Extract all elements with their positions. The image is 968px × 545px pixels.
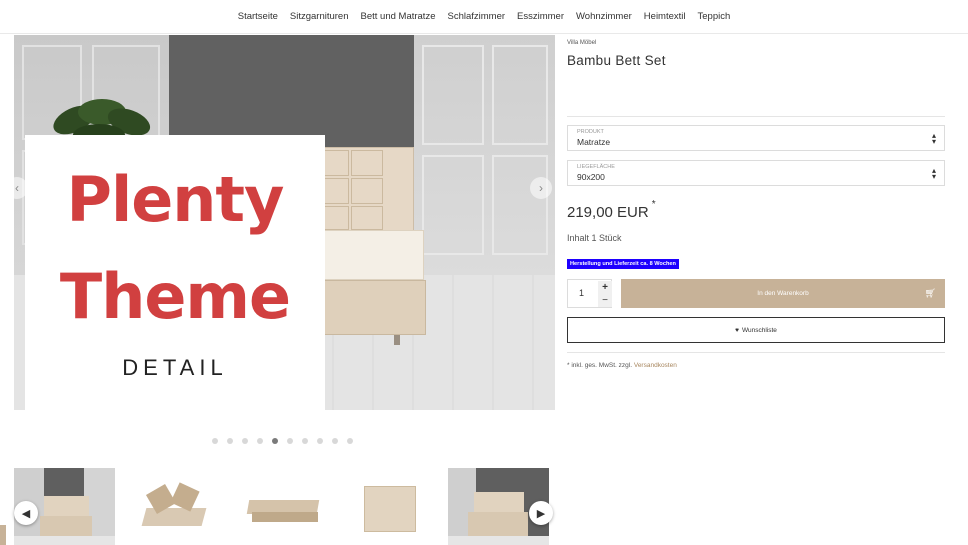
- gallery-dot[interactable]: [212, 438, 218, 444]
- quantity-increase-button[interactable]: +: [598, 281, 612, 294]
- thumbnail-4[interactable]: [338, 468, 439, 545]
- vat-note: * inkl. ges. MwSt. zzgl. Versandkosten: [567, 362, 677, 369]
- heart-icon: ♥: [735, 326, 739, 334]
- gallery-dot-active[interactable]: [272, 438, 278, 444]
- vat-note-text: * inkl. ges. MwSt. zzgl.: [567, 362, 633, 369]
- cart-icon: 🛒︎: [924, 288, 936, 298]
- product-content: Inhalt 1 Stück: [567, 233, 622, 243]
- promo-line-3: DETAIL: [122, 355, 228, 380]
- nav-item-sitzgarnituren[interactable]: Sitzgarnituren: [284, 11, 355, 22]
- gallery-dot[interactable]: [317, 438, 323, 444]
- gallery-dot[interactable]: [257, 438, 263, 444]
- chevron-left-icon: ◀: [21, 507, 31, 520]
- bed-base: [314, 280, 426, 335]
- price-value: 219,00 EUR: [567, 204, 649, 221]
- promo-line-2: Theme: [59, 260, 291, 333]
- product-main-image[interactable]: Plenty Theme DETAIL ‹ ›: [14, 35, 555, 410]
- nav-item-esszimmer[interactable]: Esszimmer: [511, 11, 570, 22]
- thumbnail-prev-button[interactable]: ◀: [14, 501, 38, 525]
- sort-caret-icon: ▴ ▾: [931, 166, 936, 181]
- chevron-right-icon: ▶: [536, 507, 546, 520]
- attribute-value: 90x200: [577, 172, 605, 182]
- gallery-dot[interactable]: [347, 438, 353, 444]
- wishlist-button[interactable]: ♥ Wunschliste: [567, 317, 945, 343]
- gallery-dot[interactable]: [242, 438, 248, 444]
- gallery-dot[interactable]: [287, 438, 293, 444]
- promo-overlay: Plenty Theme DETAIL: [25, 135, 325, 410]
- room-wall-right: [414, 35, 555, 280]
- gallery-dot[interactable]: [332, 438, 338, 444]
- nav-item-bett-und-matratze[interactable]: Bett und Matratze: [355, 11, 442, 22]
- gallery-dots: [212, 438, 353, 444]
- attribute-value: Matratze: [577, 137, 611, 147]
- nav-item-wohnzimmer[interactable]: Wohnzimmer: [570, 11, 638, 22]
- divider: [567, 352, 945, 353]
- wishlist-label: Wunschliste: [741, 326, 777, 334]
- thumbnail-3[interactable]: [230, 468, 331, 545]
- product-brand: Villa Möbel: [567, 40, 597, 46]
- product-title: Bambu Bett Set: [567, 53, 666, 68]
- nav-item-heimtextil[interactable]: Heimtextil: [638, 11, 692, 22]
- add-to-cart-button[interactable]: In den Warenkorb 🛒︎: [621, 279, 945, 308]
- nav-item-schlafzimmer[interactable]: Schlafzimmer: [441, 11, 511, 22]
- promo-line-1: Plenty: [66, 163, 285, 236]
- attribute-label: LIEGEFLÄCHE: [577, 164, 615, 170]
- product-price: 219,00 EUR *: [567, 199, 656, 221]
- thumbnail-next-button[interactable]: ▶: [529, 501, 553, 525]
- bed-headboard: [314, 147, 414, 232]
- chevron-left-icon: ‹: [15, 181, 19, 195]
- bed-leg: [394, 335, 400, 345]
- divider: [567, 116, 945, 117]
- attribute-label: PRODUKT: [577, 129, 604, 135]
- bed-mattress: [314, 230, 424, 280]
- thumbnail-strip: [14, 468, 555, 545]
- main-navigation: Startseite Sitzgarnituren Bett und Matra…: [0, 0, 968, 34]
- nav-item-startseite[interactable]: Startseite: [232, 11, 284, 22]
- side-tab[interactable]: [0, 525, 6, 545]
- attribute-select-liegeflaeche[interactable]: LIEGEFLÄCHE 90x200 ▴ ▾: [567, 160, 945, 186]
- nav-item-teppich[interactable]: Teppich: [692, 11, 737, 22]
- quantity-stepper[interactable]: 1 + −: [567, 279, 612, 308]
- add-to-cart-label: In den Warenkorb: [757, 290, 809, 297]
- availability-badge: Herstellung und Lieferzeit ca. 8 Wochen: [567, 259, 679, 269]
- gallery-dot[interactable]: [302, 438, 308, 444]
- attribute-select-produkt[interactable]: PRODUKT Matratze ▴ ▾: [567, 125, 945, 151]
- chevron-right-icon: ›: [539, 181, 543, 195]
- quantity-decrease-button[interactable]: −: [598, 294, 612, 307]
- quantity-value[interactable]: 1: [579, 288, 584, 298]
- shipping-costs-link[interactable]: Versandkosten: [634, 362, 677, 369]
- gallery-next-button[interactable]: ›: [530, 177, 552, 199]
- thumbnail-2[interactable]: [122, 468, 223, 545]
- gallery-dot[interactable]: [227, 438, 233, 444]
- sort-caret-icon: ▴ ▾: [931, 131, 936, 146]
- price-footnote-mark: *: [651, 199, 656, 210]
